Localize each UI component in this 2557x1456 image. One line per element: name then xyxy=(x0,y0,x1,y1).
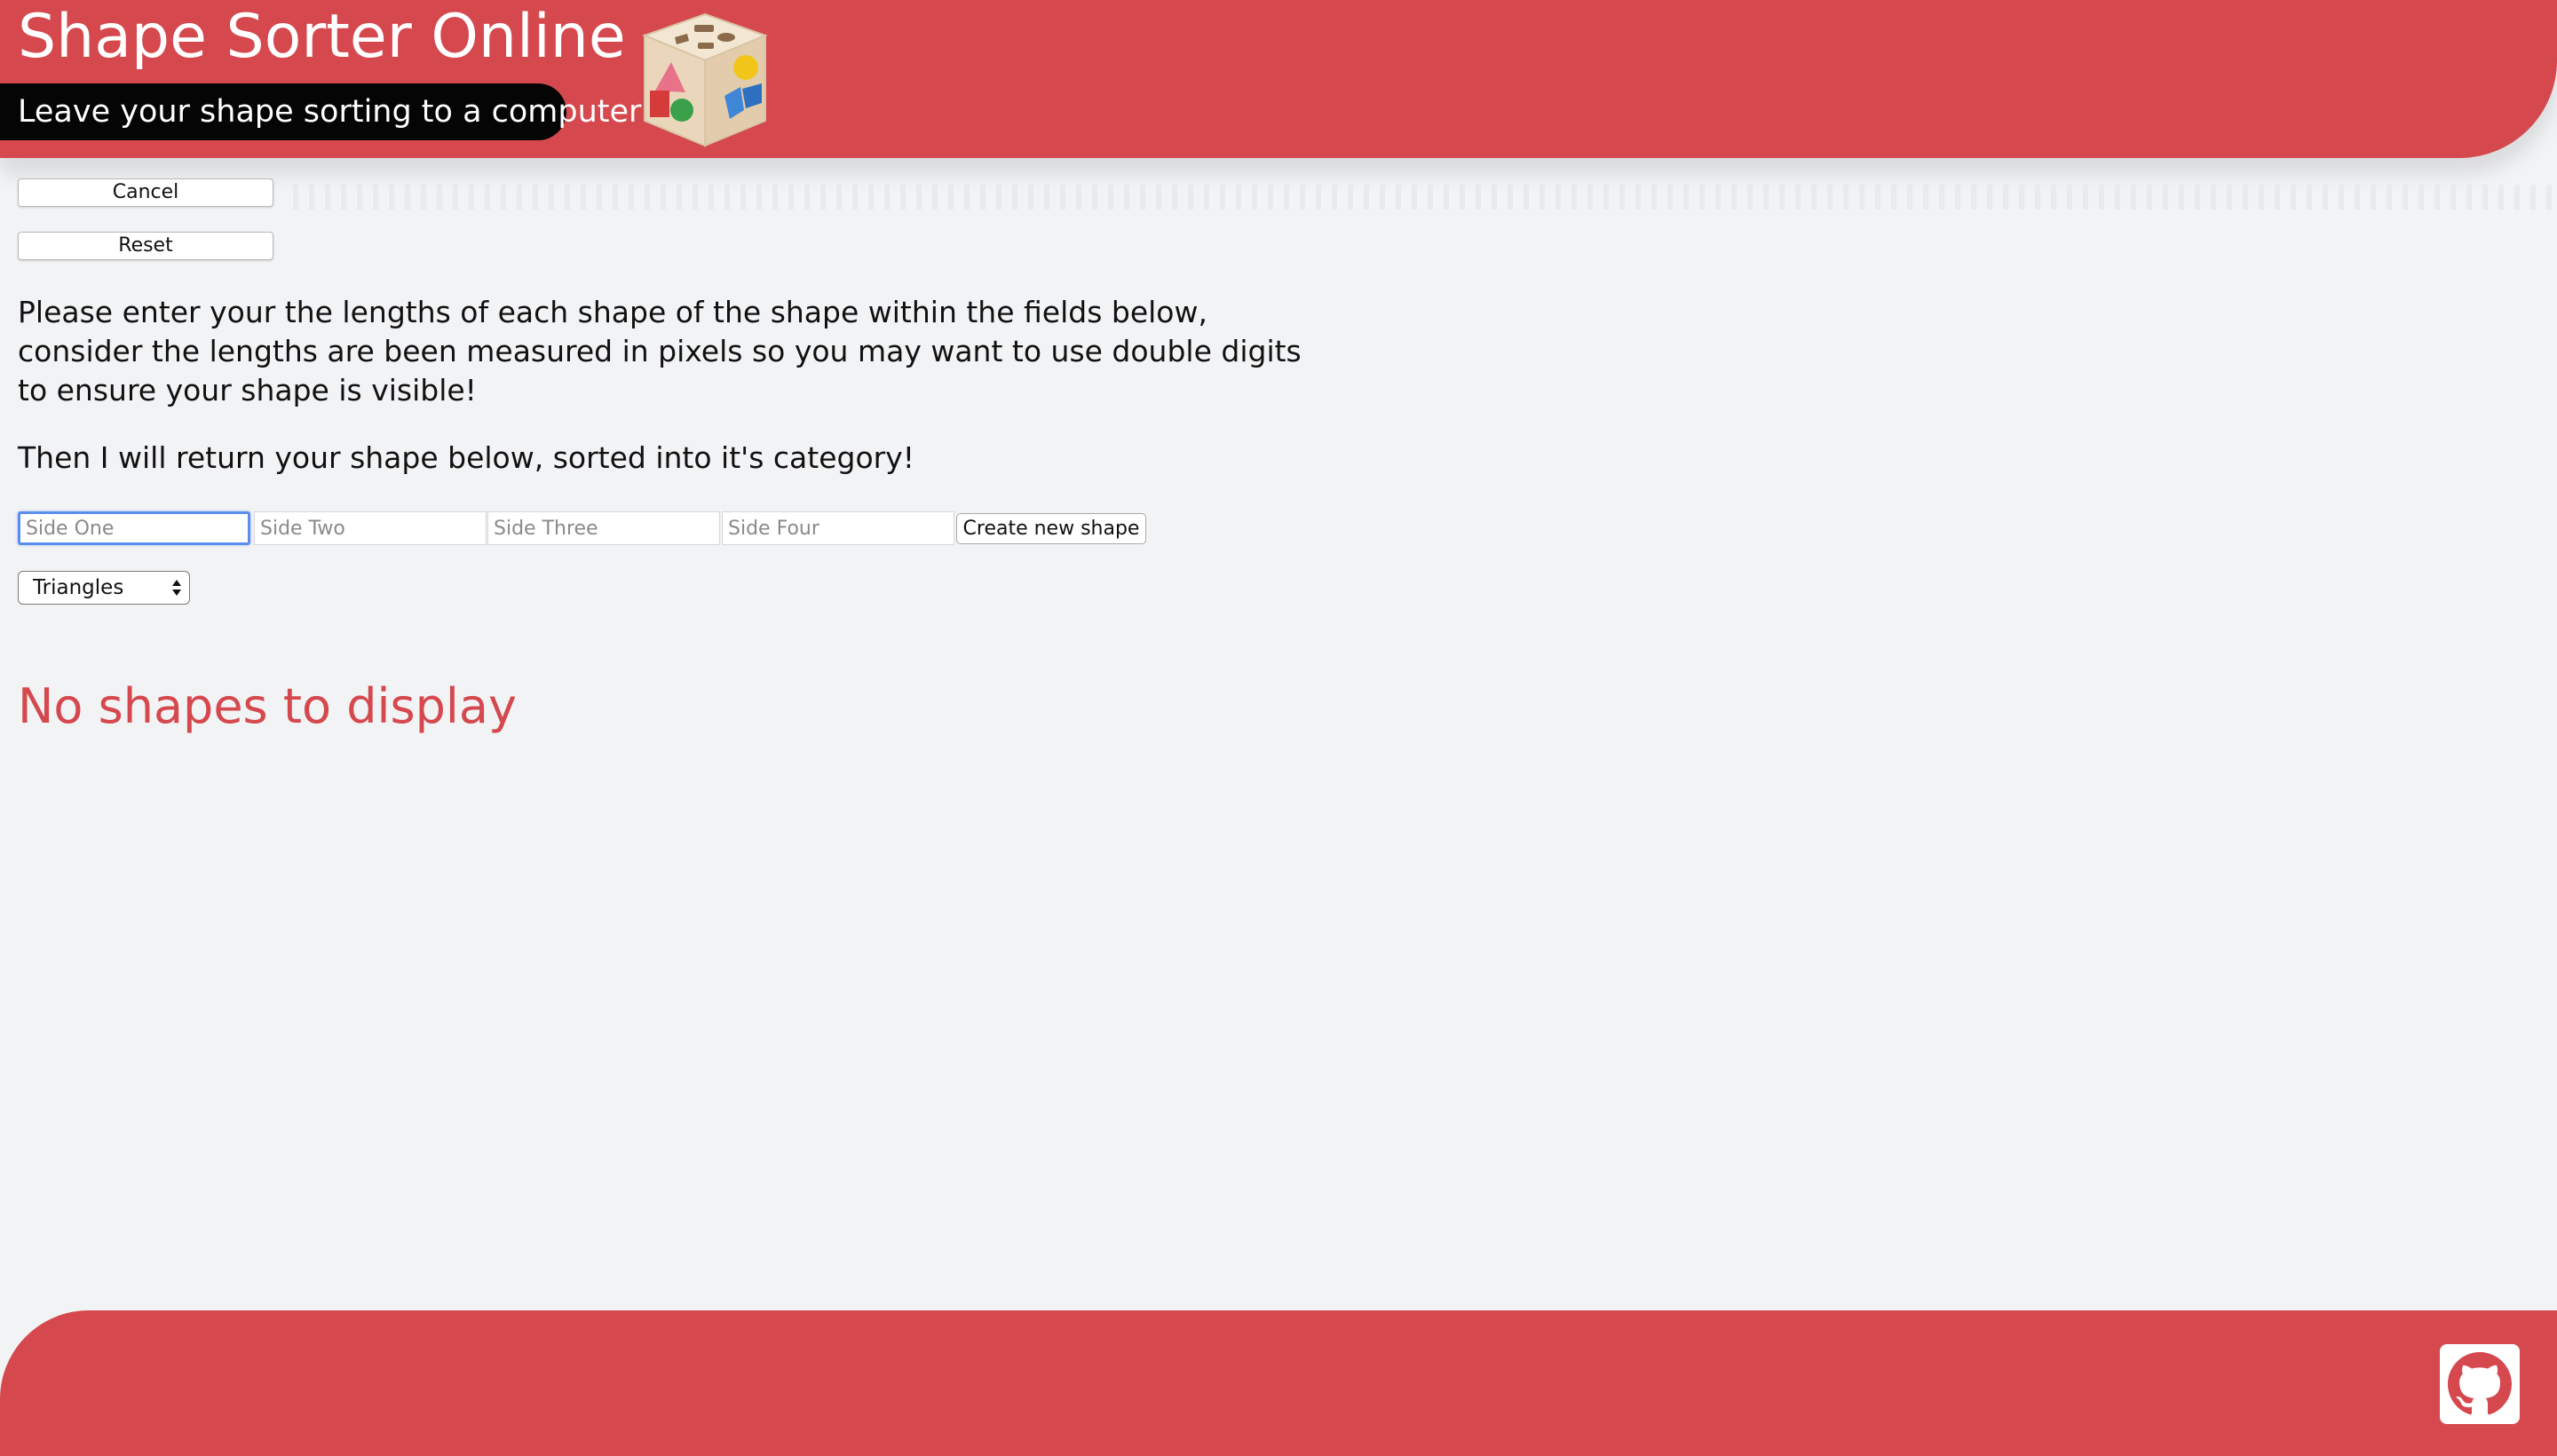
shape-sorter-cube-icon xyxy=(642,12,768,147)
side-three-input[interactable] xyxy=(487,511,720,545)
instructions-paragraph: Please enter your the lengths of each sh… xyxy=(18,295,1302,408)
side-two-input[interactable] xyxy=(254,511,487,545)
site-header: Shape Sorter Online Leave your shape sor… xyxy=(0,0,2557,158)
header-shadow-strip xyxy=(293,185,2557,210)
select-arrows-icon xyxy=(172,580,181,596)
site-footer xyxy=(0,1310,2557,1456)
create-shape-button[interactable]: Create new shape xyxy=(956,513,1146,544)
shape-type-selected: Triangles xyxy=(33,576,124,599)
site-tagline: Leave your shape sorting to a computer xyxy=(0,83,641,140)
github-icon xyxy=(2448,1352,2512,1415)
cancel-button[interactable]: Cancel xyxy=(18,178,273,207)
shape-type-select[interactable]: Triangles xyxy=(18,571,190,605)
github-link[interactable] xyxy=(2440,1344,2520,1424)
empty-results-message: No shapes to display xyxy=(18,678,517,734)
side-one-input[interactable] xyxy=(18,511,250,545)
reset-button[interactable]: Reset xyxy=(18,232,273,260)
side-four-input[interactable] xyxy=(722,511,954,545)
site-title: Shape Sorter Online xyxy=(18,2,626,72)
instructions-followup: Then I will return your shape below, sor… xyxy=(18,440,914,475)
